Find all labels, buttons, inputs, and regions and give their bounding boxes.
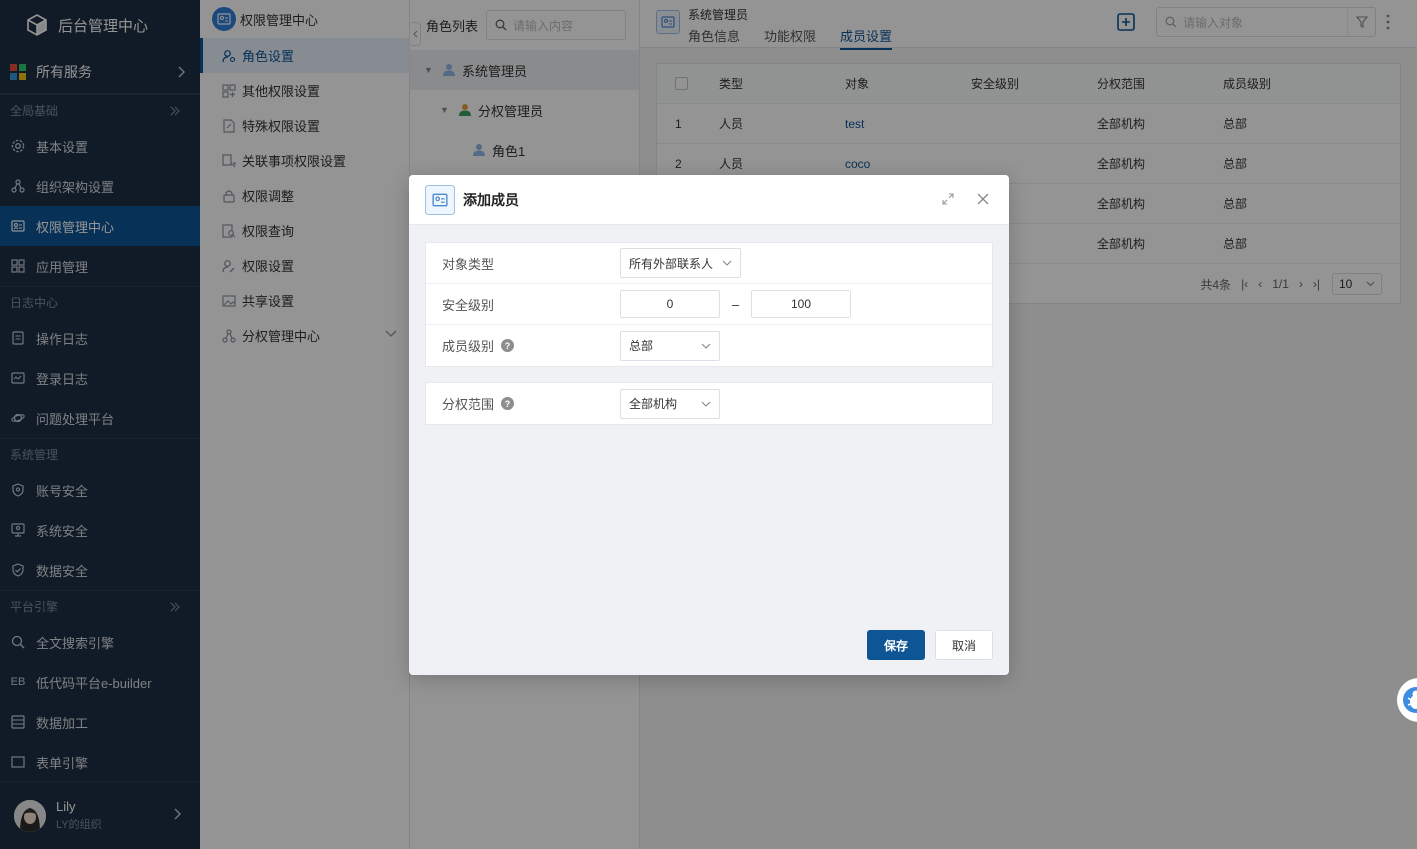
- range-separator: –: [731, 296, 740, 312]
- add-member-dialog: 添加成员 对象类型 所有外部联系人 安全级别 0 – 100 成员级别? 总部 …: [409, 175, 1009, 675]
- chevron-down-icon: [722, 260, 732, 266]
- help-icon[interactable]: ?: [501, 397, 515, 410]
- save-button[interactable]: 保存: [867, 630, 925, 660]
- dialog-icon: [425, 184, 455, 215]
- cancel-button[interactable]: 取消: [935, 630, 993, 660]
- security-max-input[interactable]: 100: [751, 290, 851, 318]
- chevron-down-icon: [701, 343, 711, 349]
- security-level-label: 安全级别: [442, 297, 495, 313]
- member-form-section: 对象类型 所有外部联系人 安全级别 0 – 100 成员级别? 总部: [425, 242, 993, 367]
- dialog-title: 添加成员: [463, 191, 519, 208]
- member-level-label: 成员级别: [442, 339, 495, 354]
- scope-select[interactable]: 全部机构: [620, 388, 720, 419]
- chevron-down-icon: [701, 401, 711, 407]
- help-icon[interactable]: ?: [501, 339, 515, 352]
- scope-form-section: 分权范围? 全部机构: [425, 382, 993, 425]
- security-min-input[interactable]: 0: [620, 290, 720, 318]
- expand-icon[interactable]: [942, 193, 954, 205]
- bug-icon: [1403, 687, 1417, 713]
- object-type-select[interactable]: 所有外部联系人: [620, 248, 741, 278]
- object-type-label: 对象类型: [442, 256, 495, 272]
- member-level-select[interactable]: 总部: [620, 330, 720, 361]
- close-icon[interactable]: [977, 193, 989, 205]
- scope-label: 分权范围: [442, 397, 495, 412]
